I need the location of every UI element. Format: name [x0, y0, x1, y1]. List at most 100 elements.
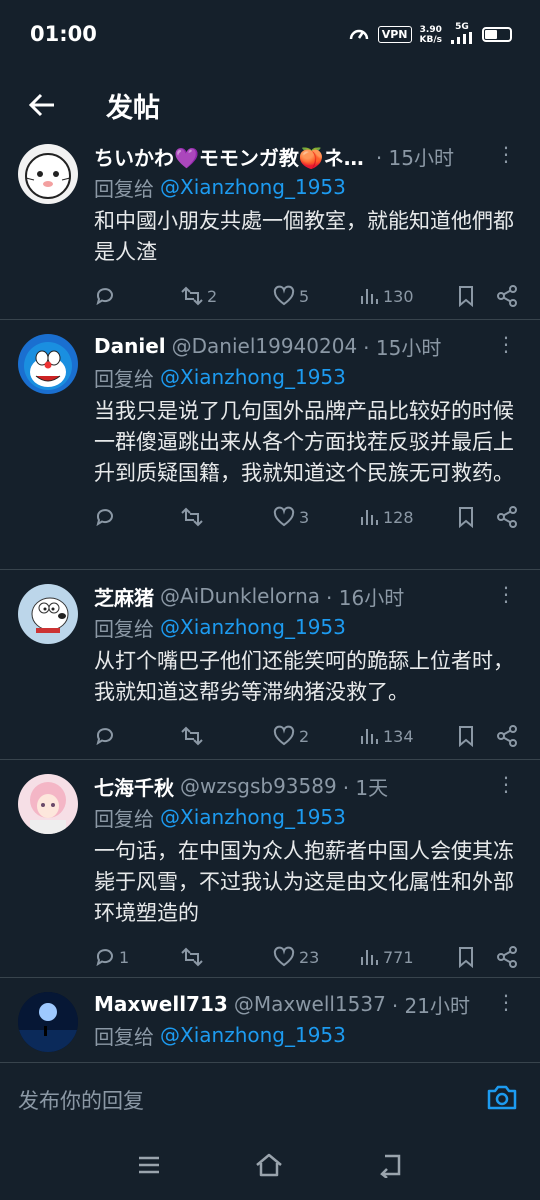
tweet[interactable]: ⋮ ちいかわ💜モモンガ教🍑ネ… · 15小时 回复给 @Xianzhong_19… [0, 140, 540, 320]
night-sea-avatar-icon [18, 992, 78, 1052]
reply-feed[interactable]: ⋮ ちいかわ💜モモンガ教🍑ネ… · 15小时 回复给 @Xianzhong_19… [0, 140, 540, 1060]
retweet-button[interactable] [180, 946, 272, 968]
camera-icon [487, 1085, 517, 1110]
tweet-actions: 2 134 [94, 716, 522, 756]
bookmark-button[interactable] [456, 725, 496, 747]
share-icon [497, 725, 517, 747]
tweet[interactable]: ⋮ 芝麻猪 @AiDunklelorna · 16小时 回复给 @Xianzho… [0, 570, 540, 760]
tweet[interactable]: ⋮ Daniel @Daniel19940204 · 15小时 回复给 @Xia… [0, 320, 540, 570]
author-name[interactable]: ちいかわ💜モモンガ教🍑ネ… [94, 142, 364, 171]
like-button[interactable]: 23 [272, 946, 358, 968]
retweet-icon [181, 507, 203, 527]
reply-button[interactable] [94, 725, 180, 747]
like-button[interactable]: 5 [272, 285, 358, 307]
reply-to-link[interactable]: @Xianzhong_1953 [160, 1023, 346, 1047]
author-handle[interactable]: @AiDunklelorna [160, 584, 320, 608]
reply-to-link[interactable]: @Xianzhong_1953 [160, 175, 346, 199]
bookmark-button[interactable] [456, 946, 496, 968]
author-name[interactable]: Daniel [94, 334, 166, 358]
reply-button[interactable]: 1 [94, 946, 180, 968]
reply-input[interactable]: 发布你的回复 [18, 1085, 144, 1115]
retweet-button[interactable] [180, 725, 272, 747]
more-options-button[interactable]: ⋮ [496, 774, 516, 794]
back-button[interactable] [24, 87, 60, 123]
avatar[interactable] [18, 992, 78, 1052]
comment-icon [96, 509, 113, 527]
share-button[interactable] [496, 285, 518, 307]
avatar[interactable] [18, 144, 78, 204]
author-handle[interactable]: @Daniel19940204 [172, 334, 358, 358]
more-options-button[interactable]: ⋮ [496, 334, 516, 354]
page-title: 发帖 [106, 92, 160, 124]
like-count: 5 [299, 286, 310, 306]
reply-composer[interactable]: 发布你的回复 [0, 1062, 540, 1130]
tweet-header: Daniel @Daniel19940204 · 15小时 [94, 330, 522, 362]
avatar[interactable] [18, 774, 78, 834]
more-options-button[interactable]: ⋮ [496, 144, 516, 164]
like-button[interactable]: 2 [272, 725, 358, 747]
share-icon [497, 506, 517, 528]
status-icons: VPN 3.90 KB/s 5G [348, 22, 512, 47]
signal-icon [451, 32, 472, 44]
bookmark-icon [459, 726, 473, 747]
reply-button[interactable] [94, 285, 180, 307]
reply-to-link[interactable]: @Xianzhong_1953 [160, 615, 346, 639]
tweet-actions: 2 5 130 [94, 276, 522, 316]
reply-prefix: 回复给 [94, 1024, 154, 1049]
reply-to-link[interactable]: @Xianzhong_1953 [160, 805, 346, 829]
home-icon [256, 1153, 282, 1177]
tweet-actions: 3 128 [94, 497, 522, 537]
share-button[interactable] [496, 946, 518, 968]
tweet[interactable]: ⋮ Maxwell713 @Maxwell1537 · 21小时 回复给 @Xi… [0, 978, 540, 1060]
camera-button[interactable] [486, 1083, 518, 1115]
comment-icon [96, 728, 113, 746]
menu-button[interactable] [136, 1152, 162, 1182]
tweet-text: 当我只是说了几句国外品牌产品比较好的时候一群傻逼跳出来从各个方面找茬反驳并最后上… [94, 399, 514, 485]
author-handle[interactable]: @Maxwell1537 [234, 992, 386, 1016]
tweet[interactable]: ⋮ 七海千秋 @wzsgsb93589 · 1天 回复给 @Xianzhong_… [0, 760, 540, 978]
views-button[interactable]: 130 [358, 285, 456, 307]
tweet-text: 和中國小朋友共處一個教室，就能知道他們都是人渣 [94, 209, 514, 264]
reply-prefix: 回复给 [94, 806, 154, 831]
view-count: 134 [383, 726, 414, 746]
bookmark-button[interactable] [456, 506, 496, 528]
author-name[interactable]: Maxwell713 [94, 992, 228, 1016]
back-nav-button[interactable] [376, 1152, 404, 1182]
home-button[interactable] [254, 1152, 284, 1182]
like-button[interactable]: 3 [272, 506, 358, 528]
tweet-header: 七海千秋 @wzsgsb93589 · 1天 [94, 770, 522, 802]
author-name[interactable]: 七海千秋 [94, 772, 174, 801]
tweet-actions: 1 23 771 [94, 937, 522, 977]
views-button[interactable]: 771 [358, 946, 456, 968]
tweet-time: · 16小时 [326, 585, 405, 610]
retweet-button[interactable] [180, 506, 272, 528]
signal-indicator: 5G [450, 22, 474, 47]
reply-to-link[interactable]: @Xianzhong_1953 [160, 365, 346, 389]
author-handle[interactable]: @wzsgsb93589 [180, 774, 337, 798]
tweet-body: Daniel @Daniel19940204 · 15小时 回复给 @Xianz… [94, 330, 540, 537]
dog-avatar-icon [31, 597, 69, 633]
views-button[interactable]: 134 [358, 725, 456, 747]
bookmark-icon [459, 947, 473, 968]
tweet-body: 芝麻猪 @AiDunklelorna · 16小时 回复给 @Xianzhong… [94, 580, 540, 756]
tweet-body: Maxwell713 @Maxwell1537 · 21小时 回复给 @Xian… [94, 988, 540, 1050]
share-button[interactable] [496, 725, 518, 747]
arrow-left-icon [28, 93, 54, 117]
tweet-time: · 15小时 [363, 335, 442, 360]
share-icon [497, 285, 517, 307]
reply-button[interactable] [94, 506, 180, 528]
doraemon-avatar-icon [24, 342, 72, 390]
view-count: 130 [383, 286, 414, 306]
bookmark-button[interactable] [456, 285, 496, 307]
avatar[interactable] [18, 334, 78, 394]
bar-chart-icon [361, 950, 378, 965]
more-options-button[interactable]: ⋮ [496, 584, 516, 604]
share-button[interactable] [496, 506, 518, 528]
battery-icon [482, 27, 512, 42]
more-options-button[interactable]: ⋮ [496, 992, 516, 1012]
like-count: 23 [299, 947, 320, 967]
views-button[interactable]: 128 [358, 506, 456, 528]
avatar[interactable] [18, 584, 78, 644]
retweet-button[interactable]: 2 [180, 285, 272, 307]
author-name[interactable]: 芝麻猪 [94, 582, 154, 611]
